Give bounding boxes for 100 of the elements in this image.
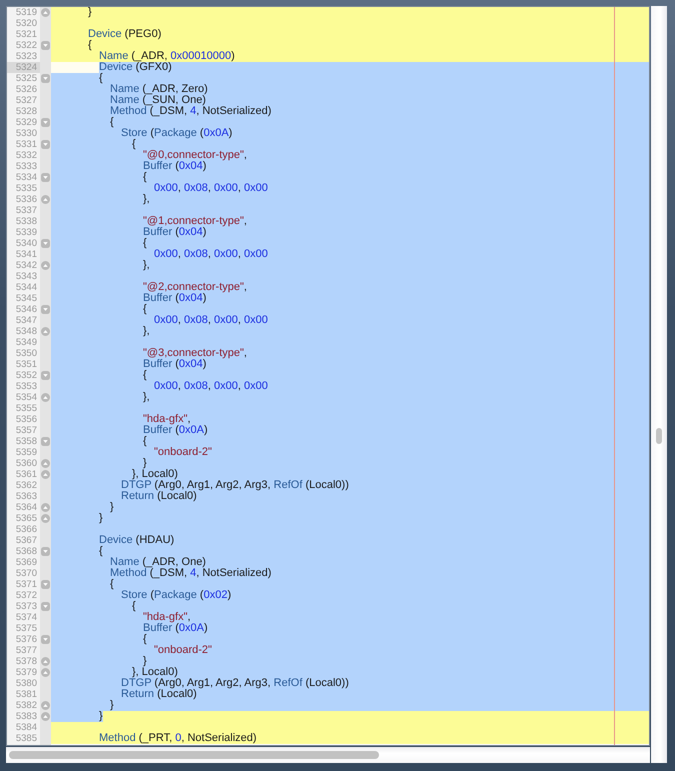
line-number: 5376 xyxy=(14,634,38,645)
code-line: Name (_ADR, Zero) xyxy=(110,84,208,95)
code-line: Name (_ADR, 0x00010000) xyxy=(99,51,235,62)
code-line: { xyxy=(132,601,136,612)
line-number: 5385 xyxy=(14,733,38,744)
fold-collapse-icon[interactable] xyxy=(41,118,50,127)
line-number: 5349 xyxy=(14,337,38,348)
code-line: }, xyxy=(143,326,150,337)
fold-end-icon[interactable] xyxy=(41,459,50,468)
code-line: "@3,connector-type", xyxy=(143,348,247,359)
code-line: }, Local0) xyxy=(132,667,178,678)
fold-end-icon[interactable] xyxy=(41,393,50,402)
code-line: "onboard-2" xyxy=(154,645,212,656)
line-number: 5342 xyxy=(14,260,38,271)
code-line: Device (PEG0) xyxy=(88,29,162,40)
horizontal-scrollbar[interactable] xyxy=(6,747,650,763)
line-number: 5326 xyxy=(14,84,38,95)
line-number: 5357 xyxy=(14,425,38,436)
line-number: 5383 xyxy=(14,711,38,722)
code-line: { xyxy=(88,40,92,51)
fold-collapse-icon[interactable] xyxy=(41,173,50,182)
fold-end-icon[interactable] xyxy=(41,514,50,523)
code-line: } xyxy=(143,458,147,469)
fold-collapse-icon[interactable] xyxy=(41,547,50,556)
line-number: 5365 xyxy=(14,513,38,524)
fold-collapse-icon[interactable] xyxy=(41,602,50,611)
line-number: 5328 xyxy=(14,106,38,117)
code-line: DTGP (Arg0, Arg1, Arg2, Arg3, RefOf (Local0)) xyxy=(121,678,349,689)
line-number: 5364 xyxy=(14,502,38,513)
line-number: 5334 xyxy=(14,172,38,183)
code-line: } xyxy=(99,711,103,722)
line-number: 5358 xyxy=(14,436,38,447)
scrollbar-thumb[interactable] xyxy=(9,751,379,759)
code-line: { xyxy=(143,172,147,183)
line-number: 5363 xyxy=(14,491,38,502)
fold-collapse-icon[interactable] xyxy=(41,74,50,83)
fold-end-icon[interactable] xyxy=(41,503,50,512)
line-number: 5346 xyxy=(14,304,38,315)
code-line: Return (Local0) xyxy=(121,689,197,700)
fold-end-icon[interactable] xyxy=(41,8,50,17)
code-line: "hda-gfx", xyxy=(143,414,191,425)
code-line: }, xyxy=(143,392,150,403)
code-line: { xyxy=(110,579,114,590)
code-line: "onboard-2" xyxy=(154,447,212,458)
fold-collapse-icon[interactable] xyxy=(41,305,50,314)
line-number: 5329 xyxy=(14,117,38,128)
fold-end-icon[interactable] xyxy=(41,657,50,666)
line-number: 5382 xyxy=(14,700,38,711)
code-line: { xyxy=(132,139,136,150)
line-number: 5366 xyxy=(14,524,38,535)
line-number: 5320 xyxy=(14,18,38,29)
fold-end-icon[interactable] xyxy=(41,261,50,270)
scrollbar-thumb[interactable] xyxy=(656,428,662,444)
line-number: 5348 xyxy=(14,326,38,337)
line-number: 5339 xyxy=(14,227,38,238)
code-line: 0x00, 0x08, 0x00, 0x00 xyxy=(154,315,268,326)
fold-collapse-icon[interactable] xyxy=(41,580,50,589)
line-number: 5370 xyxy=(14,568,38,579)
fold-end-icon[interactable] xyxy=(41,668,50,677)
fold-end-icon[interactable] xyxy=(41,195,50,204)
fold-end-icon[interactable] xyxy=(41,712,50,721)
fold-end-icon[interactable] xyxy=(41,470,50,479)
fold-collapse-icon[interactable] xyxy=(41,41,50,50)
line-number: 5377 xyxy=(14,645,38,656)
code-line: { xyxy=(99,546,103,557)
line-number: 5336 xyxy=(14,194,38,205)
fold-collapse-icon[interactable] xyxy=(41,140,50,149)
code-line: } xyxy=(110,700,114,711)
line-number: 5322 xyxy=(14,40,38,51)
line-number: 5359 xyxy=(14,447,38,458)
line-number: 5379 xyxy=(14,667,38,678)
line-number: 5360 xyxy=(14,458,38,469)
code-line: "hda-gfx", xyxy=(143,612,191,623)
code-line: Buffer (0x04) xyxy=(143,227,206,238)
code-line: DTGP (Arg0, Arg1, Arg2, Arg3, RefOf (Local0)) xyxy=(121,480,349,491)
fold-end-icon[interactable] xyxy=(41,701,50,710)
code-line: Device (HDAU) xyxy=(99,535,174,546)
fold-collapse-icon[interactable] xyxy=(41,635,50,644)
line-number: 5325 xyxy=(14,73,38,84)
line-number: 5332 xyxy=(14,150,38,161)
code-line: Device (GFX0) xyxy=(99,62,172,73)
code-line: Method (_PRT, 0, NotSerialized) xyxy=(99,733,257,744)
line-number: 5341 xyxy=(14,249,38,260)
fold-end-icon[interactable] xyxy=(41,327,50,336)
line-number: 5344 xyxy=(14,282,38,293)
line-number: 5351 xyxy=(14,359,38,370)
code-line: Store (Package (0x02) xyxy=(121,590,232,601)
line-number: 5372 xyxy=(14,590,38,601)
line-number: 5380 xyxy=(14,678,38,689)
code-line: } xyxy=(110,502,114,513)
line-number: 5338 xyxy=(14,216,38,227)
code-line: 0x00, 0x08, 0x00, 0x00 xyxy=(154,183,268,194)
vertical-scrollbar[interactable] xyxy=(651,6,667,763)
line-number: 5350 xyxy=(14,348,38,359)
fold-collapse-icon[interactable] xyxy=(41,371,50,380)
fold-collapse-icon[interactable] xyxy=(41,437,50,446)
line-number: 5374 xyxy=(14,612,38,623)
line-number: 5355 xyxy=(14,403,38,414)
fold-collapse-icon[interactable] xyxy=(41,239,50,248)
line-number: 5345 xyxy=(14,293,38,304)
